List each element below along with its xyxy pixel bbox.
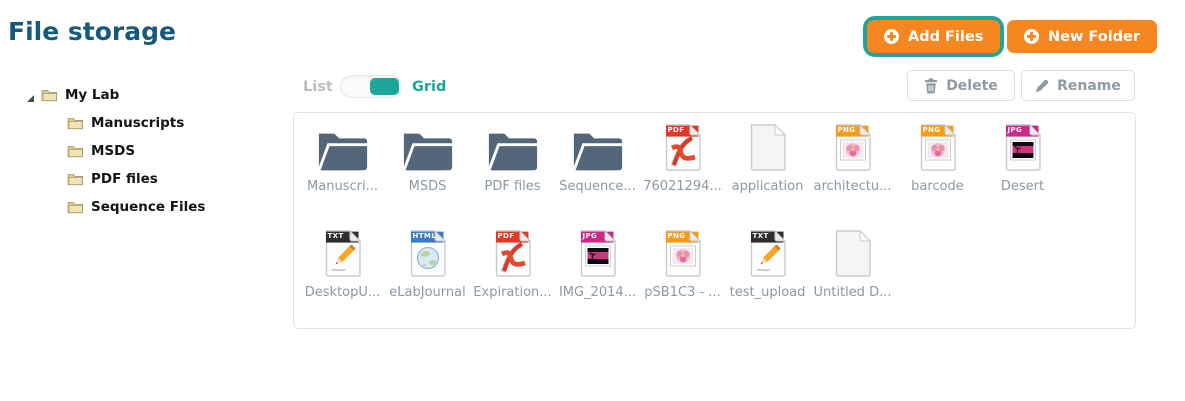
rename-label: Rename (1057, 78, 1121, 94)
page-title: File storage (8, 17, 176, 46)
new-folder-label: New Folder (1048, 29, 1140, 45)
grid-view-label[interactable]: Grid (412, 79, 446, 95)
folder-open-icon (571, 127, 625, 171)
grid-item-label: DesktopU... (300, 285, 385, 300)
grid-item-label: pSB1C3 - ... (640, 285, 725, 300)
plus-circle-icon (1024, 29, 1039, 44)
folder-closed-icon (67, 172, 84, 186)
triangle-expanded-icon[interactable] (27, 95, 34, 102)
grid-item-file[interactable]: PDF Expiration... (470, 225, 555, 331)
grid-item-file[interactable]: TXT test_upload (725, 225, 810, 331)
file-type-badge: PNG (923, 127, 941, 134)
add-files-label: Add Files (908, 29, 983, 45)
grid-item-label: Sequence... (555, 179, 640, 194)
file-type-badge: PDF (498, 233, 515, 240)
tree-node-my-lab[interactable]: My Lab (27, 81, 205, 109)
grid-item-file[interactable]: application (725, 119, 810, 225)
grid-item-file[interactable]: Untitled D... (810, 225, 895, 331)
new-folder-button[interactable]: New Folder (1007, 20, 1157, 53)
trash-icon (924, 78, 938, 94)
grid-item-file[interactable]: JPG IMG_2014... (555, 225, 640, 331)
toggle-knob (370, 78, 399, 95)
file-type-badge: PNG (668, 233, 686, 240)
file-type-badge: JPG (1008, 127, 1023, 134)
grid-item-file[interactable]: PDF 76021294... (640, 119, 725, 225)
grid-item-folder[interactable]: Manuscri... (300, 119, 385, 225)
blank-file-icon (749, 123, 787, 171)
grid-item-folder[interactable]: MSDS (385, 119, 470, 225)
grid-item-file[interactable]: PNG barcode (895, 119, 980, 225)
list-grid-toggle[interactable] (340, 75, 402, 98)
grid-item-label: Manuscri... (300, 179, 385, 194)
grid-item-label: PDF files (470, 179, 555, 194)
tree-node-manuscripts[interactable]: Manuscripts (67, 109, 205, 137)
tree-node-label: MSDS (91, 143, 135, 159)
grid-item-folder[interactable]: PDF files (470, 119, 555, 225)
delete-label: Delete (946, 78, 998, 94)
file-type-badge: TXT (328, 233, 344, 240)
grid-item-label: Desert (980, 179, 1065, 194)
rename-button[interactable]: Rename (1021, 70, 1135, 101)
tree-node-sequence-files[interactable]: Sequence Files (67, 193, 205, 221)
folder-open-icon (316, 127, 370, 171)
file-type-badge: PDF (668, 127, 685, 134)
list-view-label[interactable]: List (303, 79, 333, 95)
folder-closed-icon (67, 144, 84, 158)
grid-item-label: barcode (895, 179, 980, 194)
folder-open-icon (486, 127, 540, 171)
tree-node-label: Sequence Files (91, 199, 205, 215)
tree-node-pdf-files[interactable]: PDF files (67, 165, 205, 193)
grid-item-label: eLabJournal (385, 285, 470, 300)
file-type-badge: TXT (753, 233, 769, 240)
grid-item-label: Untitled D... (810, 285, 895, 300)
delete-button[interactable]: Delete (907, 70, 1015, 101)
file-type-badge: HTML (413, 233, 437, 240)
folder-open-icon (401, 127, 455, 171)
grid-item-file[interactable]: TXT DesktopU... (300, 225, 385, 331)
tree-node-label: My Lab (65, 87, 119, 103)
add-files-highlight-ring: Add Files (863, 16, 1004, 57)
blank-file-icon (834, 229, 872, 277)
grid-item-label: application (725, 179, 810, 194)
tree-node-label: Manuscripts (91, 115, 184, 131)
folder-closed-icon (41, 88, 58, 102)
file-type-badge: PNG (838, 127, 856, 134)
file-storage-page: File storage Add Files New Folder My Lab… (0, 0, 1185, 401)
folder-closed-icon (67, 200, 84, 214)
file-type-badge: JPG (583, 233, 598, 240)
file-grid-panel: Manuscri... MSDS PDF files Sequence... P… (293, 112, 1136, 329)
grid-item-file[interactable]: PNG pSB1C3 - ... (640, 225, 725, 331)
grid-item-label: Expiration... (470, 285, 555, 300)
add-files-button[interactable]: Add Files (867, 20, 1000, 53)
grid-item-file[interactable]: PNG architectu... (810, 119, 895, 225)
grid-item-folder[interactable]: Sequence... (555, 119, 640, 225)
grid-item-label: architectu... (810, 179, 895, 194)
folder-tree: My Lab Manuscripts MSDS PDF files Sequen… (27, 81, 205, 221)
tree-node-msds[interactable]: MSDS (67, 137, 205, 165)
tree-node-label: PDF files (91, 171, 158, 187)
grid-item-label: 76021294... (640, 179, 725, 194)
grid-item-label: MSDS (385, 179, 470, 194)
grid-item-label: IMG_2014... (555, 285, 640, 300)
grid-item-label: test_upload (725, 285, 810, 300)
folder-closed-icon (67, 116, 84, 130)
grid-item-file[interactable]: HTML eLabJournal (385, 225, 470, 331)
plus-circle-icon (884, 29, 899, 44)
grid-item-file[interactable]: JPG Desert (980, 119, 1065, 225)
pencil-icon (1035, 79, 1049, 93)
